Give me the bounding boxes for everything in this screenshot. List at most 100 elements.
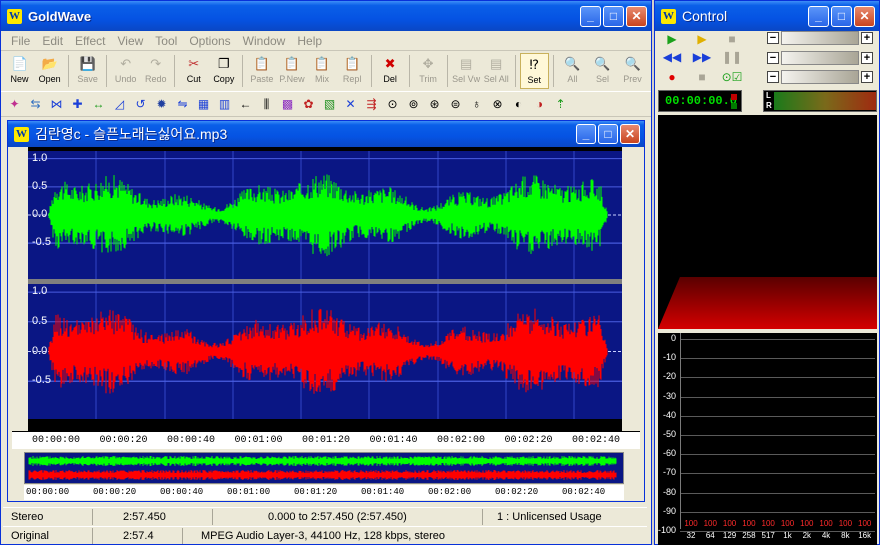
sel-all-button[interactable]: ▤ Sel All (482, 53, 511, 89)
waveform-display[interactable]: 1.0 0.5 0.0 -0.5 1.0 0.5 0.0 -0.5 (12, 147, 640, 449)
effect-tool-24-icon[interactable]: ⊗ (488, 95, 507, 114)
balance-plus-button[interactable]: + (861, 52, 873, 64)
menu-file[interactable]: File (5, 34, 36, 48)
record-icon[interactable]: ● (657, 68, 687, 86)
trim-button[interactable]: ✥ Trim (414, 53, 443, 89)
speed-minus-button[interactable]: − (767, 71, 779, 83)
effect-tool-6-icon[interactable]: ◿ (110, 95, 129, 114)
redo-button[interactable]: ↷ Redo (141, 53, 170, 89)
overview-waveform[interactable] (24, 452, 624, 484)
sel-button[interactable]: 🔍 Sel (588, 53, 617, 89)
effect-tool-2-icon[interactable]: ⇆ (26, 95, 45, 114)
doc-close-button[interactable]: ✕ (620, 124, 640, 144)
rewind-icon[interactable]: ◀◀ (657, 48, 687, 66)
sel-vw-button[interactable]: ▤ Sel Vw (452, 53, 481, 89)
toolbar-label: Set (527, 75, 542, 85)
effect-tool-13-icon[interactable]: ⫼ (257, 95, 276, 114)
maximize-button[interactable]: □ (603, 5, 624, 27)
effect-tool-7-icon[interactable]: ↺ (131, 95, 150, 114)
effect-tool-12-icon[interactable]: ← (236, 95, 255, 114)
record-stop-icon[interactable]: ■ (687, 68, 717, 86)
effect-tool-11-icon[interactable]: ▥ (215, 95, 234, 114)
cut-button[interactable]: ✂ Cut (179, 53, 208, 89)
sound-document-window: W 김란영c - 슬픈노래는싫어요.mp3 _ □ ✕ 1.0 0.5 0.0 -0.… (7, 120, 645, 502)
effect-tool-5-icon[interactable]: ↔ (89, 95, 108, 114)
undo-button[interactable]: ↶ Undo (111, 53, 140, 89)
set-button[interactable]: ⁉ Set (519, 53, 549, 89)
play-icon[interactable]: ▶ (657, 30, 687, 48)
toolbar-separator (370, 55, 372, 87)
doc-minimize-button[interactable]: _ (576, 124, 596, 144)
open-button[interactable]: 📂 Open (35, 53, 64, 89)
menu-help[interactable]: Help (291, 34, 328, 48)
frequency-label: 64 (705, 531, 715, 540)
effect-tool-27-icon[interactable]: ⇡ (551, 95, 570, 114)
frequency-label: 4k (821, 531, 831, 540)
left-channel-waveform[interactable]: 1.0 0.5 0.0 -0.5 (28, 151, 622, 279)
toolbar-label: Sel (595, 74, 609, 84)
effect-tool-26-icon[interactable]: ◑ (530, 95, 549, 114)
effect-tool-18-icon[interactable]: ⇶ (362, 95, 381, 114)
record-options-icon[interactable]: ⊙☑ (717, 68, 747, 86)
copy-button[interactable]: ❐ Copy (209, 53, 238, 89)
repl-button[interactable]: 📋 Repl (338, 53, 367, 89)
effect-tool-17-icon[interactable]: ✕ (341, 95, 360, 114)
fast-forward-icon[interactable]: ▶▶ (687, 48, 717, 66)
main-titlebar[interactable]: W GoldWave _ □ ✕ (1, 1, 651, 31)
effect-tool-3-icon[interactable]: ⋈ (47, 95, 66, 114)
volume-minus-button[interactable]: − (767, 32, 779, 44)
volume-slider[interactable] (781, 31, 859, 45)
new-button[interactable]: 📄 New (5, 53, 34, 89)
del-button[interactable]: ✖ Del (376, 53, 405, 89)
effect-tool-15-icon[interactable]: ✿ (299, 95, 318, 114)
speed-plus-button[interactable]: + (861, 71, 873, 83)
doc-maximize-button[interactable]: □ (598, 124, 618, 144)
effect-tool-9-icon[interactable]: ⇋ (173, 95, 192, 114)
control-close-button[interactable]: ✕ (854, 5, 875, 27)
effect-tool-23-icon[interactable]: ♁ (467, 95, 486, 114)
menu-options[interactable]: Options (183, 34, 236, 48)
effect-tool-19-icon[interactable]: ⊙ (383, 95, 402, 114)
paste-button[interactable]: 📋 Paste (247, 53, 276, 89)
minimize-button[interactable]: _ (580, 5, 601, 27)
p-new-button[interactable]: 📋 P.New (277, 53, 306, 89)
control-minimize-button[interactable]: _ (808, 5, 829, 27)
effect-tool-1-icon[interactable]: ✦ (5, 95, 24, 114)
effect-tool-8-icon[interactable]: ✹ (152, 95, 171, 114)
play-selection-icon[interactable]: ▶ (687, 30, 717, 48)
menu-edit[interactable]: Edit (36, 34, 69, 48)
time-ruler[interactable]: 00:00:00 00:00:20 00:00:40 00:01:00 00:01:20… (12, 431, 640, 449)
all-button[interactable]: 🔍 All (558, 53, 587, 89)
pause-icon[interactable]: ❚❚ (717, 48, 747, 66)
effect-tool-21-icon[interactable]: ⊛ (425, 95, 444, 114)
effect-tool-14-icon[interactable]: ▩ (278, 95, 297, 114)
speed-slider[interactable] (781, 70, 859, 84)
volume-plus-button[interactable]: + (861, 32, 873, 44)
mix-button[interactable]: 📋 Mix (307, 53, 336, 89)
menu-effect[interactable]: Effect (69, 34, 111, 48)
menu-tool[interactable]: Tool (149, 34, 183, 48)
peak-value-label: 100 (858, 519, 872, 528)
level-meter: L R (763, 90, 877, 112)
close-button[interactable]: ✕ (626, 5, 647, 27)
right-channel-waveform[interactable]: 1.0 0.5 0.0 -0.5 (28, 284, 622, 419)
overview-time-ruler: 00:00:00 00:00:20 00:00:40 00:01:00 00:01:20… (24, 485, 624, 500)
menu-window[interactable]: Window (237, 34, 292, 48)
effect-tool-16-icon[interactable]: ▧ (320, 95, 339, 114)
effect-tool-25-icon[interactable]: ◐ (509, 95, 528, 114)
db-scale-label: -60 (662, 448, 676, 459)
effect-tool-4-icon[interactable]: ✚ (68, 95, 87, 114)
db-scale-label: -90 (662, 505, 676, 516)
control-maximize-button[interactable]: □ (831, 5, 852, 27)
control-titlebar[interactable]: W Control _ □ ✕ (655, 1, 879, 31)
balance-slider[interactable] (781, 51, 859, 65)
balance-minus-button[interactable]: − (767, 52, 779, 64)
effect-tool-22-icon[interactable]: ⊜ (446, 95, 465, 114)
save-button[interactable]: 💾 Save (73, 53, 102, 89)
stop-icon[interactable]: ■ (717, 30, 747, 48)
document-titlebar[interactable]: W 김란영c - 슬픈노래는싫어요.mp3 _ □ ✕ (8, 121, 644, 147)
effect-tool-10-icon[interactable]: ▦ (194, 95, 213, 114)
effect-tool-20-icon[interactable]: ⊚ (404, 95, 423, 114)
prev-button[interactable]: 🔍 Prev (618, 53, 647, 89)
menu-view[interactable]: View (112, 34, 150, 48)
